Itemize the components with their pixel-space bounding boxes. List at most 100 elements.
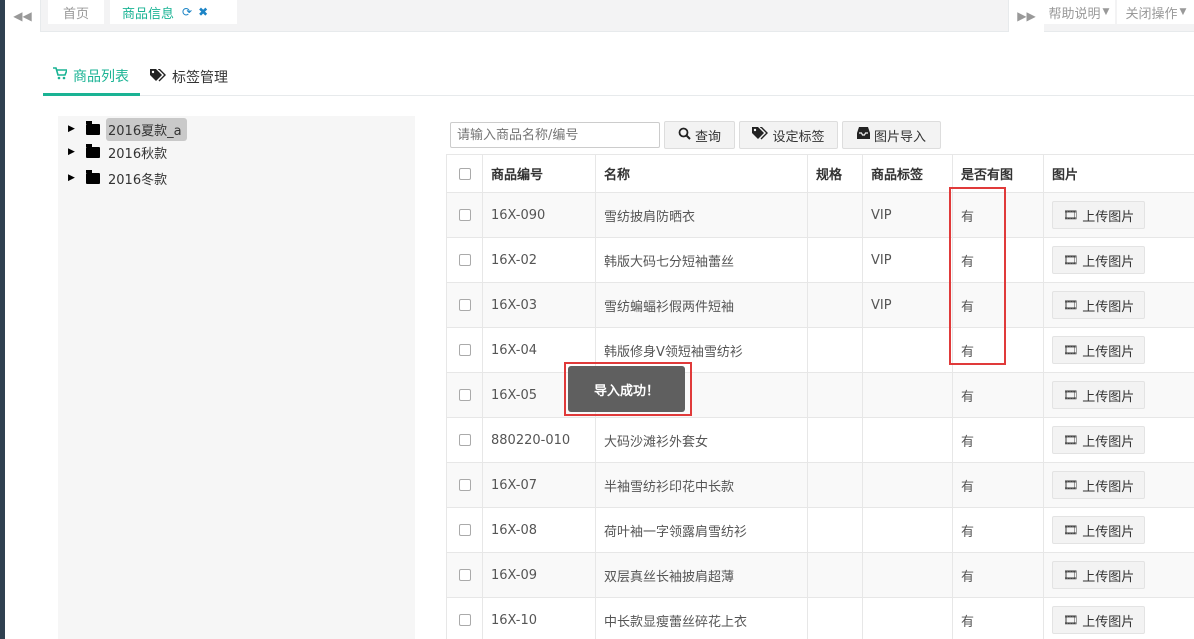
- expand-arrow-icon[interactable]: ▶: [68, 173, 78, 183]
- expand-arrow-icon[interactable]: ▶: [68, 124, 78, 134]
- upload-image-button[interactable]: 🎞 上传图片: [1052, 426, 1146, 454]
- cell-spec: [807, 597, 863, 639]
- table-row[interactable]: 16X-09 双层真丝长袖披肩超薄 有 🎞 上传图片: [446, 552, 1194, 598]
- cell-spec: [807, 417, 863, 463]
- row-select-cell: [446, 507, 483, 553]
- cell-image: 🎞 上传图片: [1043, 552, 1194, 598]
- upload-image-button[interactable]: 🎞 上传图片: [1052, 471, 1146, 499]
- cell-tag: [862, 552, 953, 598]
- cell-tag: [862, 327, 953, 373]
- set-tag-button-label: 设定标签: [772, 129, 825, 145]
- table-header-row: 商品编号 名称 规格 商品标签 是否有图 图片: [446, 154, 1194, 193]
- tree-node-summer[interactable]: ▶ 2016夏款_a: [68, 117, 187, 141]
- upload-image-button[interactable]: 🎞 上传图片: [1052, 291, 1146, 319]
- row-select-cell: [446, 237, 483, 283]
- table-row[interactable]: 16X-04 韩版修身V领短袖雪纺衫 有 🎞 上传图片: [446, 327, 1194, 373]
- row-select-cell: [446, 192, 483, 238]
- col-header-name[interactable]: 名称: [595, 154, 808, 193]
- row-checkbox[interactable]: [458, 569, 471, 581]
- col-header-code[interactable]: 商品编号: [482, 154, 596, 193]
- image-import-button[interactable]: 图片导入: [842, 121, 941, 149]
- upload-image-label: 上传图片: [1082, 434, 1135, 450]
- row-checkbox[interactable]: [458, 344, 471, 356]
- row-checkbox[interactable]: [458, 209, 471, 221]
- cell-code: 16X-03: [482, 282, 596, 328]
- row-select-cell: [446, 372, 483, 418]
- close-actions-menu[interactable]: 关闭操作 ▼: [1117, 0, 1194, 24]
- cell-name: 双层真丝长袖披肩超薄: [595, 552, 808, 598]
- upload-image-button[interactable]: 🎞 上传图片: [1052, 246, 1146, 274]
- row-select-cell: [446, 552, 483, 598]
- cell-spec: [807, 507, 863, 553]
- upload-image-button[interactable]: 🎞 上传图片: [1052, 516, 1146, 544]
- cell-name: 大码沙滩衫外套女: [595, 417, 808, 463]
- success-toast: 导入成功！: [568, 366, 685, 412]
- cell-name: 雪纺披肩防晒衣: [595, 192, 808, 238]
- cell-has-image: 有: [952, 237, 1044, 283]
- upload-image-button[interactable]: 🎞 上传图片: [1052, 201, 1146, 229]
- tab-home[interactable]: 首页: [48, 0, 104, 24]
- table-row[interactable]: 16X-03 雪纺蝙蝠衫假两件短袖 VIP 有 🎞 上传图片: [446, 282, 1194, 328]
- upload-image-label: 上传图片: [1082, 569, 1135, 585]
- cell-code: 16X-090: [482, 192, 596, 238]
- cell-spec: [807, 372, 863, 418]
- close-circle-icon[interactable]: ✖: [198, 5, 208, 19]
- film-icon: 🎞: [1063, 208, 1079, 222]
- table-row[interactable]: 16X-02 韩版大码七分短袖蕾丝 VIP 有 🎞 上传图片: [446, 237, 1194, 283]
- col-header-has-image[interactable]: 是否有图: [952, 154, 1044, 193]
- row-checkbox[interactable]: [458, 254, 471, 266]
- help-menu-label: 帮助说明: [1048, 6, 1101, 22]
- table-row[interactable]: 16X-05 雪纺衫打底衫 有 🎞上传图片: [446, 372, 1194, 418]
- tree-node-winter[interactable]: ▶ 2016冬款: [68, 167, 172, 189]
- cell-has-image: 有: [952, 462, 1044, 508]
- col-header-spec[interactable]: 规格: [807, 154, 863, 193]
- upload-image-label: 上传图片: [1082, 209, 1135, 225]
- refresh-icon[interactable]: ⟳: [182, 5, 192, 19]
- select-all-checkbox[interactable]: [458, 167, 471, 180]
- tags-icon: [150, 67, 166, 86]
- row-select-cell: [446, 282, 483, 328]
- search-input[interactable]: [450, 122, 660, 148]
- table-row[interactable]: 880220-010 大码沙滩衫外套女 有 🎞 上传图片: [446, 417, 1194, 463]
- row-checkbox[interactable]: [458, 434, 471, 446]
- help-menu[interactable]: 帮助说明 ▼: [1043, 0, 1115, 24]
- row-select-cell: [446, 462, 483, 508]
- cell-spec: [807, 192, 863, 238]
- cell-has-image: 有: [952, 372, 1044, 418]
- upload-image-button[interactable]: 🎞 上传图片: [1052, 381, 1146, 409]
- cell-spec: [807, 237, 863, 283]
- set-tag-button[interactable]: 设定标签: [739, 121, 838, 149]
- tab-home-label: 首页: [62, 6, 89, 22]
- upload-image-button[interactable]: 🎞 上传图片: [1052, 336, 1146, 364]
- film-icon: 🎞: [1063, 478, 1079, 492]
- row-checkbox[interactable]: [458, 479, 471, 491]
- cell-code: 16X-07: [482, 462, 596, 508]
- row-checkbox[interactable]: [458, 524, 471, 536]
- tab-tag-management[interactable]: 标签管理: [150, 58, 228, 96]
- upload-image-button[interactable]: 🎞 上传图片: [1052, 606, 1146, 634]
- tabs-scroll-right-button[interactable]: ▶▶: [1008, 0, 1044, 32]
- tree-node-autumn[interactable]: ▶ 2016秋款: [68, 141, 172, 163]
- film-icon: 🎞: [1063, 613, 1079, 627]
- cell-name: 韩版大码七分短袖蕾丝: [595, 237, 808, 283]
- table-row[interactable]: 16X-10 中长款显瘦蕾丝碎花上衣 有 🎞 上传图片: [446, 597, 1194, 639]
- tab-goods-list[interactable]: 商品列表: [43, 58, 140, 96]
- col-header-image[interactable]: 图片: [1043, 154, 1194, 193]
- upload-image-label: 上传图片: [1082, 479, 1135, 495]
- tab-goods-info[interactable]: 商品信息 ⟳ ✖: [110, 0, 237, 24]
- table-row[interactable]: 16X-07 半袖雪纺衫印花中长款 有 🎞 上传图片: [446, 462, 1194, 508]
- select-all-cell: [446, 154, 483, 193]
- table-row[interactable]: 16X-090 雪纺披肩防晒衣 VIP 有 🎞 上传图片: [446, 192, 1194, 238]
- search-button[interactable]: 查询: [664, 121, 735, 149]
- table-row[interactable]: 16X-08 荷叶袖一字领露肩雪纺衫 有 🎞 上传图片: [446, 507, 1194, 553]
- tabs-scroll-left-button[interactable]: ◀◀: [5, 0, 41, 32]
- upload-image-button[interactable]: 🎞 上传图片: [1052, 561, 1146, 589]
- row-checkbox[interactable]: [458, 299, 471, 311]
- cell-code: 16X-09: [482, 552, 596, 598]
- cell-code: 880220-010: [482, 417, 596, 463]
- upload-image-label: 上传图片: [1082, 299, 1135, 315]
- expand-arrow-icon[interactable]: ▶: [68, 147, 78, 157]
- col-header-tag[interactable]: 商品标签: [862, 154, 953, 193]
- row-checkbox[interactable]: [458, 389, 471, 401]
- row-checkbox[interactable]: [458, 614, 471, 626]
